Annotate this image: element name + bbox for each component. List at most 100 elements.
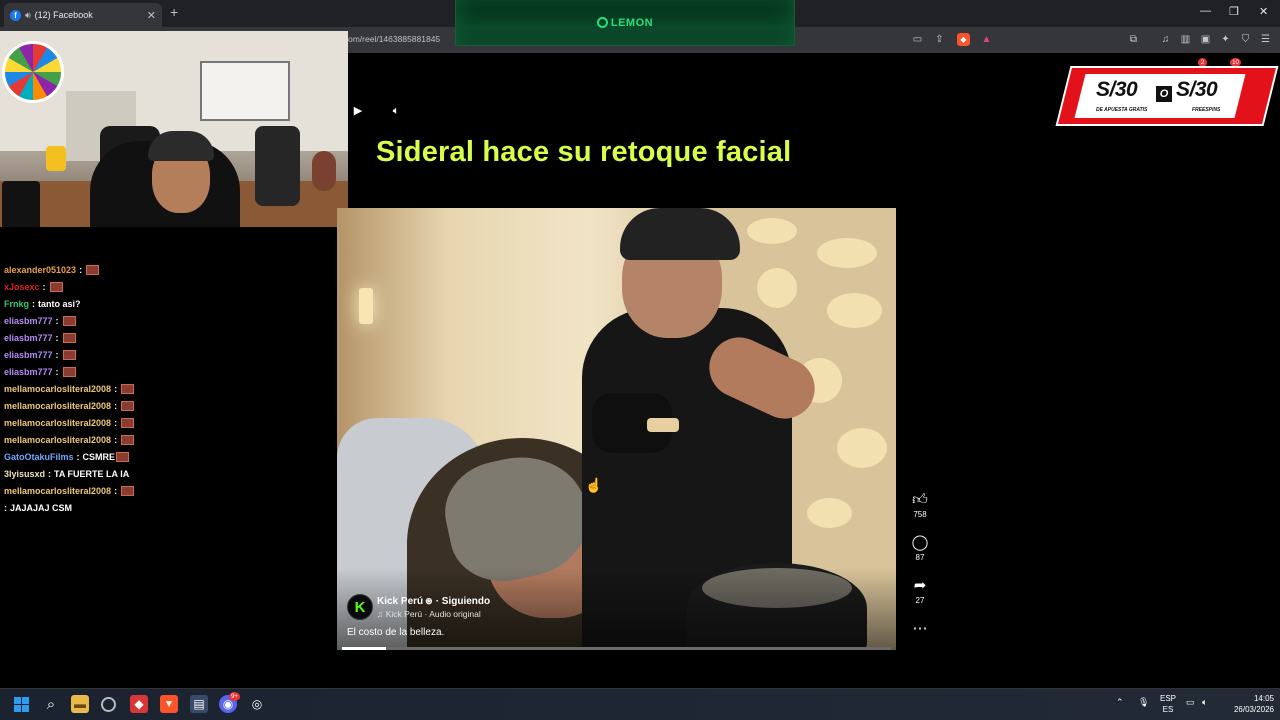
share-button[interactable]: ➦ 27 (906, 577, 934, 605)
brave-browser-icon[interactable]: ▼ (160, 695, 178, 713)
chat-emote-icon (121, 418, 135, 428)
like-count: 758 (913, 510, 927, 519)
reel-caption: El costo de la belleza. (347, 627, 445, 638)
chat-username[interactable]: mellamocarlosliteral2008 (4, 486, 111, 496)
clock-date: 26/03/2026 (1233, 705, 1274, 714)
menu-icon[interactable]: ☰ (1259, 33, 1272, 46)
video-decor-hole (837, 428, 887, 468)
comment-button[interactable]: ◯ 87 (906, 534, 934, 562)
app-red-icon[interactable]: ◆ (130, 695, 148, 713)
author-avatar[interactable]: K (347, 594, 373, 620)
chat-emote-icon (62, 367, 76, 377)
chat-username[interactable]: mellamocarlosliteral2008 (4, 384, 111, 394)
brave-rewards-icon[interactable]: ▲ (980, 33, 993, 46)
file-explorer-icon[interactable]: ▬ (71, 695, 89, 713)
tray-overflow-icon[interactable]: ⌃ (1116, 697, 1124, 708)
app-window-icon[interactable]: ▤ (190, 695, 208, 713)
audio-label: Kick Perú · Audio original (385, 609, 481, 619)
video-wall-lamp (359, 288, 373, 324)
chat-separator: : (114, 384, 118, 394)
chat-emote-icon (62, 350, 76, 360)
leo-ai-icon[interactable]: ✦ (1219, 33, 1232, 46)
volume-icon[interactable]: 🔈︎ (388, 103, 404, 119)
chat-username[interactable]: eliasbm777 (4, 316, 53, 326)
chat-emote-icon (121, 401, 135, 411)
search-icon[interactable]: ⌕ (42, 695, 60, 713)
chat-message: eliasbm777: (4, 365, 76, 379)
chat-message: mellamocarlosliteral2008: (4, 416, 135, 430)
video-progress-fill (342, 647, 386, 650)
chat-message: mellamocarlosliteral2008: (4, 433, 135, 447)
reel-video[interactable] (337, 208, 896, 650)
chat-username[interactable]: Frnkg (4, 299, 29, 309)
chat-username[interactable]: mellamocarlosliteral2008 (4, 401, 111, 411)
share-icon: ➦ (913, 577, 927, 594)
tab-facebook[interactable]: f 🔊︎ (12) Facebook ✕ (4, 3, 162, 27)
media-icon[interactable]: ♫ (1159, 33, 1172, 46)
brave-shield-icon[interactable]: ◆ (957, 33, 970, 46)
system-clock[interactable]: 14:05 26/03/2026 (1222, 693, 1274, 715)
chat-message: xJosexc: (4, 280, 63, 294)
microphone-icon[interactable]: 🎙︎ (1138, 697, 1149, 708)
chat-username[interactable]: eliasbm777 (4, 350, 53, 360)
audio-line[interactable]: ♫ Kick Perú · Audio original (377, 609, 481, 619)
chat-username[interactable]: mellamocarlosliteral2008 (4, 435, 111, 445)
video-progress-track[interactable] (342, 647, 891, 650)
minimize-button[interactable]: — (1200, 5, 1211, 17)
vpn-icon[interactable]: ⛉ (1239, 33, 1252, 46)
chat-username[interactable]: eliasbm777 (4, 333, 53, 343)
webcam-streamer-cap (148, 131, 214, 161)
share-page-icon[interactable]: ⇪ (933, 33, 946, 46)
comment-icon: ◯ (911, 534, 929, 551)
webcam-figure (312, 151, 336, 191)
video-decor-hole (757, 268, 797, 308)
promo-amount-left: S/30 (1096, 78, 1138, 101)
chat-separator: : (114, 418, 118, 428)
author-name[interactable]: Kick Perú (377, 596, 423, 607)
play-icon[interactable]: ▶ (351, 103, 365, 117)
chat-username[interactable]: GatoOtakuFilms (4, 452, 74, 462)
restore-button[interactable]: ❐ (1229, 5, 1239, 18)
chat-message: mellamocarlosliteral2008: (4, 382, 135, 396)
tab-close-icon[interactable]: ✕ (147, 9, 156, 22)
more-options-button[interactable]: ⋯ (906, 620, 934, 638)
chat-username[interactable]: 3lyisusxd (4, 469, 45, 479)
chat-emote-icon (121, 435, 135, 445)
verified-icon: ⊛ (425, 596, 433, 606)
chat-username[interactable]: eliasbm777 (4, 367, 53, 377)
chat-separator: : (42, 282, 46, 292)
tab-audio-icon[interactable]: 🔊︎ (25, 10, 31, 21)
start-button[interactable] (12, 695, 30, 713)
chat-emote-icon (49, 282, 63, 292)
chat-message: Frnkg: tanto asi? (4, 297, 81, 311)
following-status[interactable]: · Siguiendo (436, 596, 490, 607)
app-icon[interactable] (101, 697, 116, 712)
language-indicator[interactable]: ESP ES (1159, 693, 1177, 715)
address-bar[interactable]: om/reel/1463885881845 (348, 34, 440, 44)
wallet-icon[interactable]: ▣ (1199, 33, 1212, 46)
facebook-favicon-icon: f (10, 9, 21, 21)
like-button[interactable]: 👍︎ 758 (906, 491, 934, 519)
app-circle-icon[interactable]: ◎ (248, 695, 266, 713)
chat-username[interactable]: mellamocarlosliteral2008 (4, 418, 111, 428)
chat-message: mellamocarlosliteral2008: (4, 484, 135, 498)
chat-message: mellamocarlosliteral2008: (4, 399, 135, 413)
chat-username[interactable]: alexander051023 (4, 265, 76, 275)
cast-icon[interactable]: ▭ (911, 33, 924, 46)
promo-sub-left: DE APUESTA GRATIS (1096, 107, 1148, 113)
new-tab-button[interactable]: + (170, 4, 178, 20)
chat-emote-icon (116, 452, 130, 462)
tab-title: (12) Facebook (34, 10, 93, 20)
chat-username[interactable]: xJosexc (4, 282, 40, 292)
network-icon[interactable]: ▭ (1186, 697, 1195, 708)
video-decor-hole (827, 293, 882, 328)
chat-message: GatoOtakuFilms: CSMRE (4, 450, 130, 464)
chat-emote-icon (62, 316, 76, 326)
chat-text: JAJAJAJ CSM (10, 503, 73, 513)
sidebar-icon[interactable]: ▥ (1179, 33, 1192, 46)
webcam-figure (46, 146, 66, 171)
author-line: Kick Perú ⊛ · Siguiendo (377, 596, 490, 607)
speaker-icon[interactable]: 🔈︎ (1202, 697, 1207, 708)
close-window-button[interactable]: ✕ (1259, 5, 1268, 18)
screenshot-icon[interactable]: ⧉ (1127, 33, 1140, 46)
